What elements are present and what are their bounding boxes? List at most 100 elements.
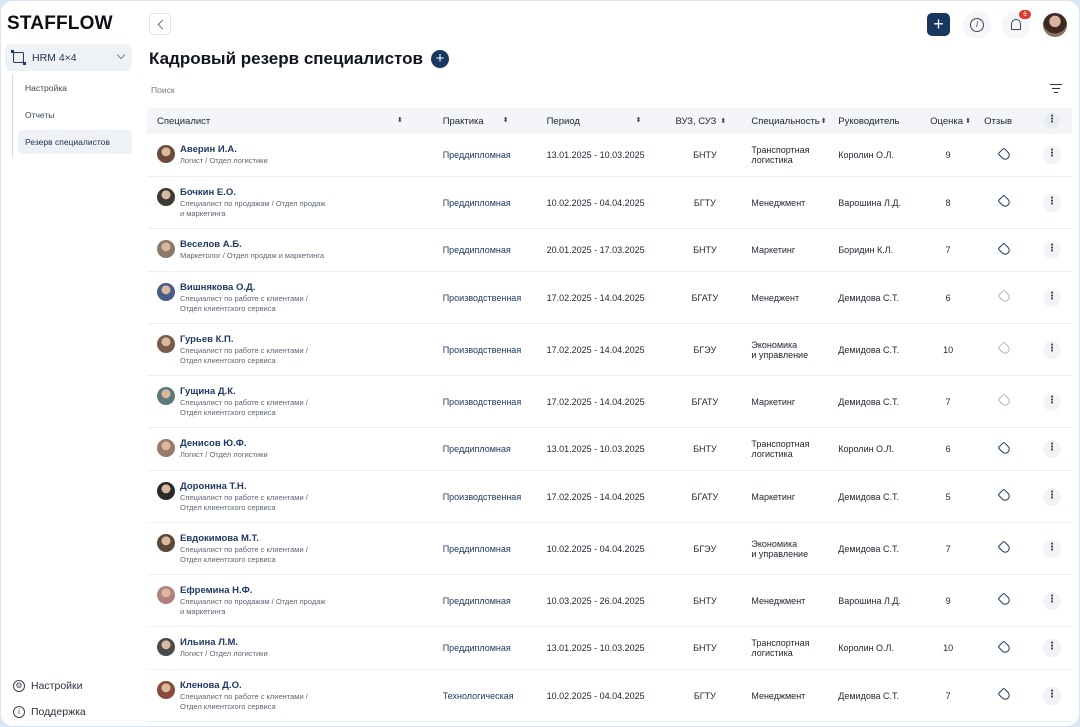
sort-icon[interactable]: ⬍ <box>720 117 726 125</box>
tag-icon[interactable] <box>996 592 1012 607</box>
tag-icon[interactable] <box>996 393 1012 408</box>
specialist-department: и маркетинга <box>180 607 226 616</box>
table-row[interactable]: Ильина Л.М. Логист / Отдел логистики Пре… <box>147 627 1072 670</box>
create-button[interactable]: + <box>927 13 950 36</box>
specialist-name[interactable]: Веселов А.Б. <box>180 239 324 250</box>
specialist-name[interactable]: Вишнякова О.Д. <box>180 282 308 293</box>
specialty-line1: Экономика <box>751 538 798 549</box>
row-menu-button[interactable]: ⋮ <box>1043 591 1061 610</box>
tag-icon[interactable] <box>996 341 1012 356</box>
sort-icon[interactable]: ⬍ <box>636 116 642 124</box>
tag-icon[interactable] <box>996 540 1012 555</box>
table-row[interactable]: Аверин И.А. Логист / Отдел логистики Пре… <box>147 134 1072 177</box>
tag-icon[interactable] <box>996 440 1012 456</box>
settings-link[interactable]: ⚙ Настройки <box>13 677 86 695</box>
sidebar-item-reserve[interactable]: Резерв специалистов <box>18 130 132 154</box>
sort-icon[interactable]: ⬍ <box>821 117 827 125</box>
cell-supervisor: Королин О.Л. <box>838 150 894 160</box>
col-score[interactable]: Оценка ⬍ <box>920 116 976 127</box>
tag-icon[interactable] <box>996 687 1012 702</box>
avatar <box>157 481 175 500</box>
row-menu-button[interactable]: ⋮ <box>1043 241 1061 259</box>
specialist-name[interactable]: Ильина Л.М. <box>180 637 268 648</box>
cell-score: 7 <box>945 690 951 701</box>
back-button[interactable] <box>149 13 171 35</box>
specialist-name[interactable]: Аверин И.А. <box>180 144 268 155</box>
support-link[interactable]: i Поддержка <box>13 703 86 721</box>
sidebar-item-settings[interactable]: Настройка <box>18 76 132 100</box>
col-university[interactable]: ВУЗ, СУЗ ⬍ <box>666 116 743 127</box>
user-avatar[interactable] <box>1043 13 1067 37</box>
specialist-name[interactable]: Кленова Д.О. <box>180 680 308 691</box>
table-row[interactable]: Денисов Ю.Ф. Логист / Отдел логистики Пр… <box>147 428 1072 471</box>
row-menu-button[interactable]: ⋮ <box>1043 487 1061 506</box>
cell-actions: ⋮ <box>1032 639 1072 657</box>
tag-icon[interactable] <box>996 146 1012 162</box>
col-specialist[interactable]: Специалист ⬍ <box>147 116 431 127</box>
tag-icon[interactable] <box>996 241 1012 257</box>
row-menu-button[interactable]: ⋮ <box>1043 440 1061 458</box>
search-input[interactable] <box>147 80 285 100</box>
sidebar-item-reports[interactable]: Отчеты <box>18 103 132 127</box>
cell-specialty: Маркетинг <box>743 492 836 502</box>
row-menu-button[interactable]: ⋮ <box>1043 193 1061 212</box>
specialist-name[interactable]: Ефремина Н.Ф. <box>180 585 325 596</box>
table-row[interactable]: Ефремина Н.Ф. Специалист по продажам / О… <box>147 575 1072 627</box>
chevron-down-icon <box>116 50 126 60</box>
table-row[interactable]: Гущина Д.К. Специалист по работе с клиен… <box>147 376 1072 428</box>
row-menu-button[interactable]: ⋮ <box>1043 639 1061 657</box>
add-specialist-button[interactable]: + <box>431 50 449 68</box>
cell-specialist: Аверин И.А. Логист / Отдел логистики <box>147 144 431 167</box>
specialist-name[interactable]: Бочкин Е.О. <box>180 187 325 198</box>
table-row[interactable]: Бочкин Е.О. Специалист по продажам / Отд… <box>147 177 1072 229</box>
columns-menu-button[interactable]: ⋮ <box>1044 113 1061 129</box>
table-row[interactable]: Гурьев К.П. Специалист по работе с клиен… <box>147 324 1072 376</box>
cell-university: БНТУ <box>693 245 717 255</box>
tag-icon[interactable] <box>996 488 1012 503</box>
cell-supervisor: Варошина Л.Д. <box>838 197 901 208</box>
info-button[interactable]: i <box>963 11 991 39</box>
table-row[interactable]: Веселов А.Б. Маркетолог / Отдел продаж и… <box>147 229 1072 272</box>
row-menu-button[interactable]: ⋮ <box>1043 146 1061 164</box>
specialty-line2: логистика <box>751 155 793 165</box>
table-row[interactable]: Евдокимова М.Т. Специалист по работе с к… <box>147 523 1072 575</box>
sort-icon[interactable]: ⬍ <box>965 117 971 125</box>
filter-icon[interactable] <box>1050 84 1062 94</box>
table-row[interactable]: Кленова Д.О. Специалист по работе с клие… <box>147 670 1072 722</box>
table-row[interactable]: Вишнякова О.Д. Специалист по работе с кл… <box>147 272 1072 324</box>
cell-actions: ⋮ <box>1032 591 1072 610</box>
col-specialty[interactable]: Специальность⬍ <box>743 116 836 127</box>
cell-specialty: Маркетинг <box>743 245 836 255</box>
col-practice[interactable]: Практика ⬍ <box>431 116 537 127</box>
row-menu-button[interactable]: ⋮ <box>1043 686 1061 705</box>
row-menu-button[interactable]: ⋮ <box>1043 392 1061 411</box>
specialist-position: Логист / Отдел логистики <box>180 648 268 658</box>
specialist-name[interactable]: Евдокимова М.Т. <box>180 533 308 544</box>
cell-practice: Преддипломная <box>442 595 511 606</box>
specialist-info: Гурьев К.П. Специалист по работе с клиен… <box>180 334 308 366</box>
tag-icon[interactable] <box>996 194 1012 209</box>
module-selector[interactable]: HRM 4×4 <box>5 44 132 71</box>
cell-university: БНТУ <box>693 643 717 653</box>
sort-icon[interactable]: ⬍ <box>397 116 403 124</box>
sort-icon[interactable]: ⬍ <box>503 116 509 124</box>
specialist-name[interactable]: Денисов Ю.Ф. <box>180 438 268 449</box>
row-menu-button[interactable]: ⋮ <box>1043 340 1061 359</box>
cell-practice: Преддипломная <box>442 444 511 454</box>
tag-icon[interactable] <box>996 639 1012 655</box>
specialty-line1: Менеджмент <box>751 690 806 701</box>
specialist-name[interactable]: Гущина Д.К. <box>180 386 308 397</box>
table-row[interactable]: Доронина Т.Н. Специалист по работе с кли… <box>147 471 1072 523</box>
cell-period: 17.02.2025 - 14.04.2025 <box>546 292 645 303</box>
specialist-name[interactable]: Гурьев К.П. <box>180 334 308 345</box>
col-period[interactable]: Период ⬍ <box>537 116 667 127</box>
avatar <box>157 282 175 301</box>
cell-actions: ⋮ <box>1032 193 1072 212</box>
specialist-name[interactable]: Доронина Т.Н. <box>180 481 308 492</box>
cell-actions: ⋮ <box>1032 340 1072 359</box>
row-menu-button[interactable]: ⋮ <box>1043 539 1061 558</box>
specialist-position: Специалист по работе с клиентами / <box>180 345 308 355</box>
row-menu-button[interactable]: ⋮ <box>1043 288 1061 307</box>
notifications-button[interactable]: 6 <box>1002 10 1031 39</box>
tag-icon[interactable] <box>996 289 1012 304</box>
